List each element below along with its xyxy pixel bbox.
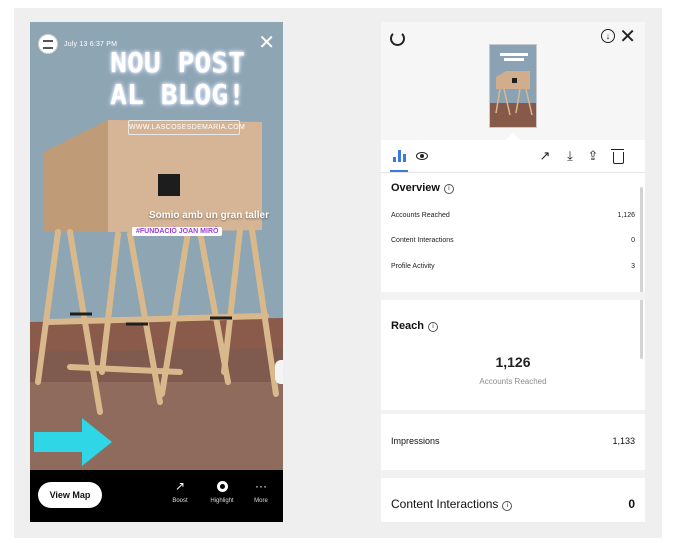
row-label: Accounts Reached — [391, 212, 450, 219]
row-value: 0 — [631, 237, 635, 244]
reach-value: 1,126 — [495, 354, 531, 370]
section-divider — [381, 410, 645, 414]
highlight-label: Highlight — [210, 498, 234, 504]
avatar[interactable] — [38, 34, 58, 54]
info-icon[interactable]: i — [428, 322, 439, 332]
link-sticker[interactable]: WWW.LASCOSESDEMARIA.COM — [128, 120, 245, 135]
story-thumbnail[interactable] — [489, 44, 537, 128]
story-caption: Somio amb un gran taller — [148, 210, 269, 221]
view-map-button[interactable]: View Map — [38, 482, 102, 508]
close-icon[interactable]: ✕ — [619, 24, 636, 48]
story-preview: July 13 6:37 PM ✕ NOU POST AL BLOG! WWW.… — [30, 22, 283, 522]
more-label: More — [254, 498, 268, 504]
overview-title: Overview i — [391, 182, 454, 194]
story-header: July 13 6:37 PM — [38, 34, 117, 54]
thumbnail-image — [490, 45, 536, 127]
loading-icon — [390, 31, 405, 46]
insights-toolbar: ↗ ⤓ ⇪ — [381, 140, 645, 173]
impressions-value: 1,133 — [612, 436, 635, 446]
reach-title: Reach i — [391, 320, 439, 332]
row-label: Content Interactions — [391, 237, 454, 244]
overview-row-profile-activity: Profile Activity 3 — [391, 263, 635, 270]
scrollbar[interactable] — [640, 187, 643, 359]
insights-tab-icon[interactable] — [390, 148, 408, 172]
thumbnail-pointer — [506, 132, 520, 140]
section-divider — [381, 292, 645, 300]
trash-icon[interactable] — [610, 148, 626, 164]
insights-panel: ↓ ✕ ↗ ⤓ ⇪ Overview i Accounts Reached 1,1… — [381, 22, 645, 522]
more-button[interactable]: ··· More — [244, 478, 278, 504]
boost-button[interactable]: ↗ Boost — [163, 478, 197, 504]
heart-icon — [205, 478, 239, 494]
download-circle-icon[interactable]: ↓ — [601, 29, 615, 43]
reach-sublabel: Accounts Reached — [479, 377, 547, 386]
content-interactions-label: Content Interactions i — [391, 497, 513, 511]
mention-sticker[interactable]: #FUNDACIÓ JOAN MIRÓ — [132, 227, 223, 236]
trend-up-icon[interactable]: ↗ — [537, 148, 553, 164]
row-label: Profile Activity — [391, 263, 435, 270]
story-headline-line1: NOU POST — [110, 46, 245, 79]
row-value: 3 — [631, 263, 635, 270]
impressions-label: Impressions — [391, 436, 440, 446]
info-icon[interactable]: i — [502, 501, 513, 511]
insights-header: ↓ ✕ — [381, 22, 645, 140]
boost-label: Boost — [172, 498, 188, 504]
viewers-tab-icon[interactable] — [414, 148, 430, 164]
content-interactions-value: 0 — [628, 497, 635, 511]
impressions-row: Impressions 1,133 — [391, 436, 635, 446]
info-icon[interactable]: i — [443, 184, 454, 194]
section-divider — [381, 470, 645, 478]
more-icon: ··· — [255, 479, 267, 493]
story-headline-line2: AL BLOG! — [110, 78, 245, 111]
content-interactions-row[interactable]: Content Interactions i 0 — [391, 497, 635, 511]
next-story-handle[interactable] — [275, 360, 283, 384]
overview-row-content-interactions: Content Interactions 0 — [391, 237, 635, 244]
share-icon[interactable]: ⇪ — [585, 148, 601, 164]
story-bottom-bar: View Map ↗ Boost Highlight ··· More — [30, 470, 283, 522]
trend-up-icon: ↗ — [174, 479, 186, 493]
overview-row-accounts-reached: Accounts Reached 1,126 — [391, 212, 635, 219]
highlight-button[interactable]: Highlight — [205, 478, 239, 504]
close-icon[interactable]: ✕ — [258, 32, 275, 52]
download-icon[interactable]: ⤓ — [562, 148, 578, 164]
row-value: 1,126 — [617, 212, 635, 219]
